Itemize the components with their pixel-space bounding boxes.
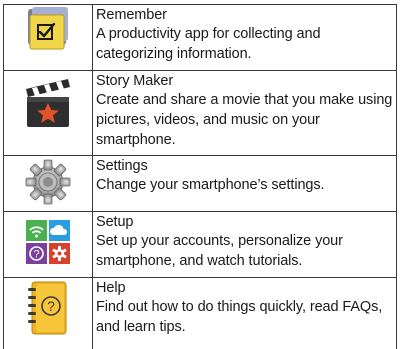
app-description: Find out how to do things quickly, read … <box>96 299 383 335</box>
table-row: ? Help Find out how to do things quickly… <box>3 277 397 349</box>
icon-cell <box>3 70 93 156</box>
app-description: Create and share a movie that you make u… <box>96 92 393 148</box>
remember-app-icon <box>4 5 92 53</box>
table-row: Story Maker Create and share a movie tha… <box>3 70 397 156</box>
svg-text:?: ? <box>33 249 39 261</box>
table-row: Remember A productivity app for collecti… <box>3 4 397 71</box>
app-description: A productivity app for collecting and ca… <box>96 26 321 62</box>
apps-table: Remember A productivity app for collecti… <box>3 4 397 349</box>
app-name: Remember <box>96 7 167 23</box>
text-cell: Setup Set up your accounts, personalize … <box>92 211 397 278</box>
table-row: ? Setup Set up your accounts, personaliz… <box>3 211 397 278</box>
app-name: Story Maker <box>96 73 174 89</box>
text-cell: Settings Change your smartphone’s settin… <box>92 155 397 212</box>
table-row: Settings Change your smartphone’s settin… <box>3 155 397 212</box>
settings-gear-icon <box>4 158 92 206</box>
svg-text:?: ? <box>47 298 55 314</box>
story-maker-app-icon <box>4 75 92 131</box>
app-name: Help <box>96 280 126 296</box>
help-book-icon: ? <box>4 280 92 336</box>
text-cell: Story Maker Create and share a movie tha… <box>92 70 397 156</box>
icon-cell <box>3 4 93 71</box>
app-name: Setup <box>96 214 134 230</box>
app-name: Settings <box>96 158 148 174</box>
icon-cell: ? <box>3 277 93 349</box>
icon-cell: ? <box>3 211 93 278</box>
app-description: Change your smartphone’s settings. <box>96 177 325 193</box>
icon-cell <box>3 155 93 212</box>
text-cell: Remember A productivity app for collecti… <box>92 4 397 71</box>
setup-app-icon: ? <box>4 218 92 266</box>
text-cell: Help Find out how to do things quickly, … <box>92 277 397 349</box>
app-description: Set up your accounts, personalize your s… <box>96 233 343 269</box>
